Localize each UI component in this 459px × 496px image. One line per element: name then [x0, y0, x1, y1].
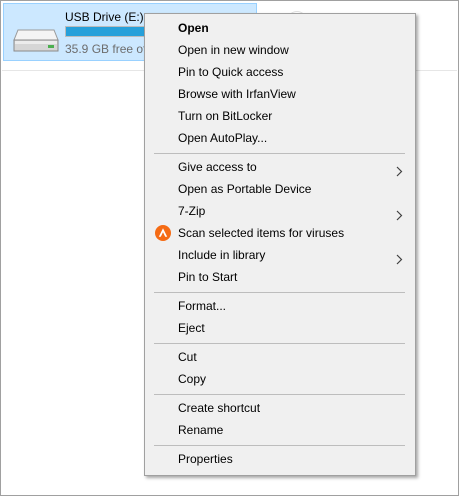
menu-item-include-in-library[interactable]: Include in library	[147, 244, 413, 266]
menu-item-label: Turn on BitLocker	[178, 109, 273, 123]
menu-item-open[interactable]: Open	[147, 17, 413, 39]
menu-item-eject[interactable]: Eject	[147, 317, 413, 339]
menu-item-label: Properties	[178, 452, 233, 466]
menu-separator	[154, 394, 405, 395]
menu-item-label: Copy	[178, 372, 207, 386]
drive-free-space: 35.9 GB free of	[65, 42, 147, 56]
menu-item-label: Open AutoPlay...	[178, 131, 268, 145]
menu-item-format[interactable]: Format...	[147, 295, 413, 317]
menu-item-give-access-to[interactable]: Give access to	[147, 156, 413, 178]
menu-item-label: Open as Portable Device	[178, 182, 312, 196]
submenu-arrow-icon	[396, 206, 403, 221]
menu-item-create-shortcut[interactable]: Create shortcut	[147, 397, 413, 419]
usb-drive-icon	[13, 29, 59, 52]
menu-item-pin-to-quick-access[interactable]: Pin to Quick access	[147, 61, 413, 83]
menu-item-turn-on-bitlocker[interactable]: Turn on BitLocker	[147, 105, 413, 127]
menu-item-rename[interactable]: Rename	[147, 419, 413, 441]
menu-separator	[154, 343, 405, 344]
menu-item-label: Open	[178, 21, 209, 35]
menu-separator	[154, 445, 405, 446]
menu-item-browse-with-irfanview[interactable]: Browse with IrfanView	[147, 83, 413, 105]
menu-item-label: Create shortcut	[178, 401, 261, 415]
menu-item-label: Give access to	[178, 160, 257, 174]
submenu-arrow-icon	[396, 250, 403, 265]
menu-item-open-as-portable-device[interactable]: Open as Portable Device	[147, 178, 413, 200]
menu-item-label: Scan selected items for viruses	[178, 226, 345, 240]
menu-item-label: Include in library	[178, 248, 266, 262]
antivirus-shield-icon	[155, 225, 171, 241]
menu-item-label: Pin to Quick access	[178, 65, 284, 79]
menu-item-open-autoplay[interactable]: Open AutoPlay...	[147, 127, 413, 149]
menu-item-open-in-new-window[interactable]: Open in new window	[147, 39, 413, 61]
menu-item-label: Format...	[178, 299, 227, 313]
submenu-arrow-icon	[396, 162, 403, 177]
menu-item-cut[interactable]: Cut	[147, 346, 413, 368]
menu-item-scan-selected-items-for-viruses[interactable]: Scan selected items for viruses	[147, 222, 413, 244]
menu-item-label: Open in new window	[178, 43, 289, 57]
context-menu: Open Open in new window Pin to Quick acces…	[144, 13, 416, 476]
menu-item-pin-to-start[interactable]: Pin to Start	[147, 266, 413, 288]
menu-item-label: Pin to Start	[178, 270, 238, 284]
menu-separator	[154, 292, 405, 293]
menu-item-label: Cut	[178, 350, 197, 364]
menu-item-label: 7-Zip	[178, 204, 206, 218]
menu-item-properties[interactable]: Properties	[147, 448, 413, 470]
menu-item-label: Eject	[178, 321, 205, 335]
drive-name: USB Drive (E:)	[65, 10, 144, 24]
menu-item-label: Rename	[178, 423, 224, 437]
menu-separator	[154, 153, 405, 154]
menu-item-copy[interactable]: Copy	[147, 368, 413, 390]
menu-item-7-zip[interactable]: 7-Zip	[147, 200, 413, 222]
menu-item-label: Browse with IrfanView	[178, 87, 296, 101]
